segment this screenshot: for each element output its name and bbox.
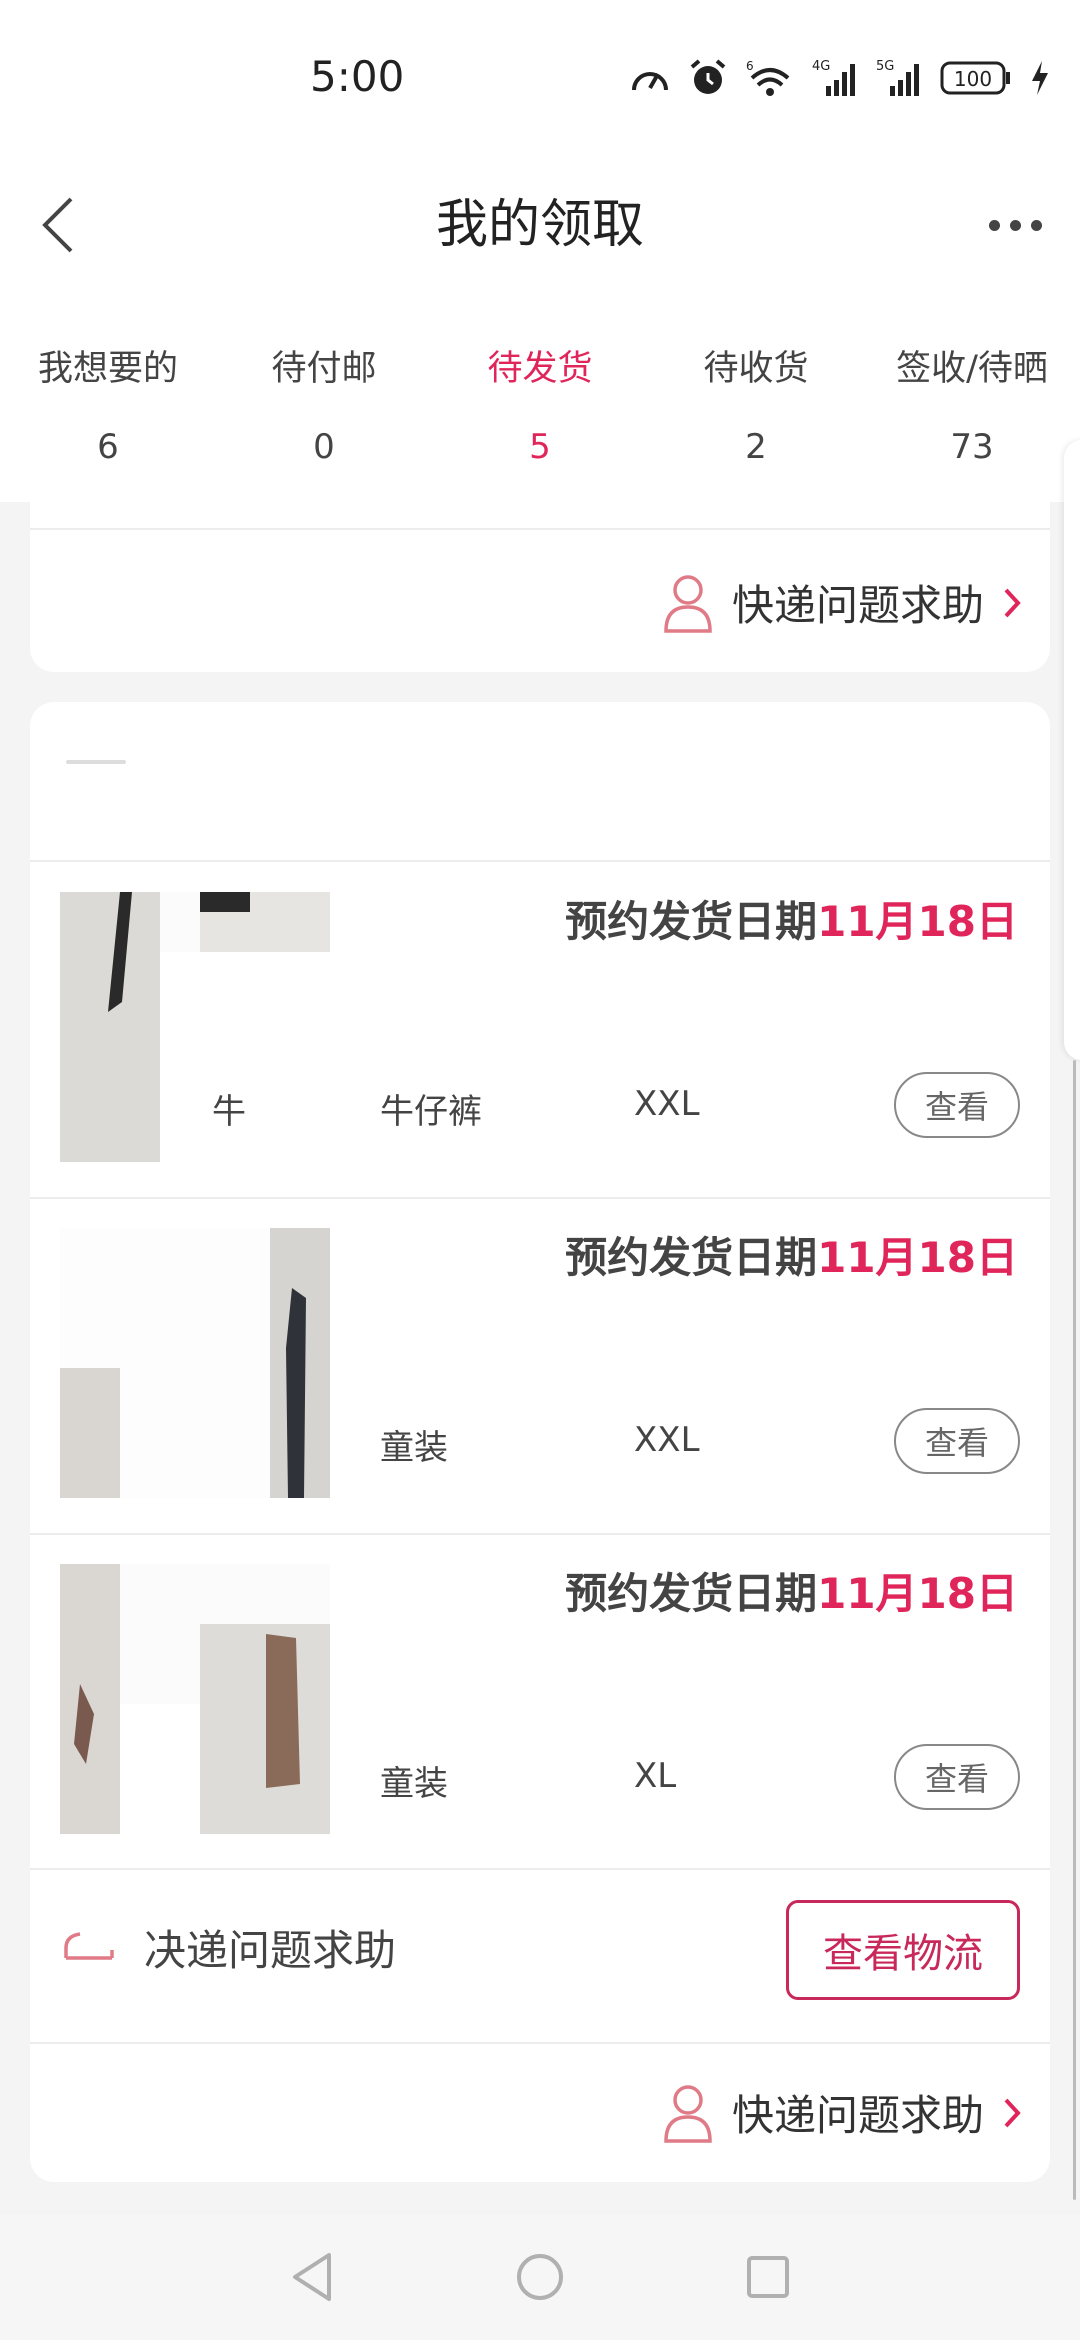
svg-text:5G: 5G	[876, 59, 894, 74]
status-time: 5:00	[310, 52, 405, 101]
header: 我的领取	[0, 160, 1080, 310]
chevron-right-icon	[1004, 2098, 1021, 2127]
divider	[30, 528, 1050, 530]
tab-count: 5	[529, 427, 551, 467]
user-icon	[64, 1932, 114, 1960]
svg-text:6: 6	[746, 59, 754, 73]
signal-4g-icon: 4G	[812, 58, 858, 98]
more-dot-icon	[1009, 219, 1021, 231]
alarm-icon	[688, 59, 728, 97]
charging-icon	[1030, 59, 1050, 97]
user-icon	[664, 2084, 712, 2143]
more-button[interactable]	[970, 190, 1060, 260]
svg-text:4G: 4G	[812, 59, 830, 74]
more-dot-icon	[1030, 219, 1042, 231]
list-item[interactable]: 预约发货日期11月18日 童装 XL 查看	[30, 1534, 1050, 1869]
item-tag: 牛	[212, 1092, 246, 1132]
signal-5g-icon: 5G	[876, 58, 922, 98]
help-label: 快递问题求助	[731, 581, 984, 630]
scrollbar[interactable]	[1073, 1060, 1076, 2200]
logistics-row: 决递问题求助 查看物流	[30, 1864, 1050, 2034]
tab-count: 6	[97, 427, 119, 467]
express-help-link[interactable]: 快递问题求助	[662, 2082, 1022, 2143]
express-help-label[interactable]: 决递问题求助	[144, 1917, 396, 1978]
tab-label: 待付邮	[271, 349, 377, 389]
tab-count: 2	[745, 427, 767, 467]
product-image	[60, 892, 330, 1162]
order-card: 快递问题求助	[30, 470, 1050, 672]
tab-count: 0	[313, 427, 335, 467]
status-icons: 6 4G 5G 100	[630, 58, 1050, 98]
status-bar: 5:00 6 4G 5G 100	[0, 0, 1080, 160]
help-label: 快递问题求助	[731, 2091, 984, 2140]
speedometer-icon	[630, 60, 670, 96]
tab-label: 待发货	[487, 349, 593, 389]
tab-count: 73	[950, 427, 994, 467]
list-item[interactable]: 预约发货日期11月18日 牛 牛仔裤 XXL 查看	[30, 862, 1050, 1197]
item-size: XL	[634, 1756, 677, 1796]
product-image	[60, 1564, 330, 1834]
item-size: XXL	[634, 1420, 700, 1460]
battery-icon: 100	[940, 59, 1012, 97]
product-image	[60, 1228, 330, 1498]
ship-date: 预约发货日期11月18日	[565, 1569, 1018, 1618]
ship-date: 预约发货日期11月18日	[565, 1233, 1018, 1282]
system-nav-bar	[0, 2214, 1080, 2340]
shop-header[interactable]	[30, 702, 1050, 860]
tab-label: 我想要的	[37, 349, 178, 389]
page-title: 我的领取	[435, 195, 644, 255]
express-help-link[interactable]: 快递问题求助	[662, 572, 1022, 633]
nav-recents-button[interactable]	[722, 2231, 814, 2323]
shop-name-redacted	[66, 760, 126, 764]
item-category: 牛仔裤	[380, 1092, 482, 1132]
order-card: 预约发货日期11月18日 牛 牛仔裤 XXL 查看 预约发货日期11月18日 童…	[30, 702, 1050, 2182]
app-screen: 5:00 6 4G 5G 100 我的领取 我想要的 6 待付邮 0 待发货 5…	[0, 0, 1080, 2340]
nav-back-button[interactable]	[266, 2231, 358, 2323]
view-button[interactable]: 查看	[894, 1408, 1020, 1474]
circle-home-icon	[517, 2254, 563, 2300]
ship-date: 预约发货日期11月18日	[565, 897, 1018, 946]
item-category: 童装	[380, 1428, 448, 1468]
tab-label: 签收/待晒	[896, 349, 1048, 389]
view-button[interactable]: 查看	[894, 1072, 1020, 1138]
divider	[30, 2042, 1050, 2044]
nav-home-button[interactable]	[494, 2231, 586, 2323]
item-size: XXL	[634, 1084, 700, 1124]
list-item[interactable]: 预约发货日期11月18日 童装 XXL 查看	[30, 1198, 1050, 1533]
triangle-back-icon	[293, 2253, 331, 2301]
view-logistics-button[interactable]: 查看物流	[786, 1900, 1020, 2000]
view-button[interactable]: 查看	[894, 1744, 1020, 1810]
wifi-icon: 6	[746, 58, 794, 98]
user-icon	[664, 574, 712, 633]
chevron-right-icon	[1004, 588, 1021, 617]
side-drawer-handle[interactable]	[1064, 440, 1080, 1060]
tab-label: 待收货	[703, 349, 809, 389]
item-category: 童装	[380, 1764, 448, 1804]
square-recents-icon	[747, 2256, 789, 2298]
more-dot-icon	[988, 219, 1000, 231]
svg-text:100: 100	[954, 67, 992, 91]
